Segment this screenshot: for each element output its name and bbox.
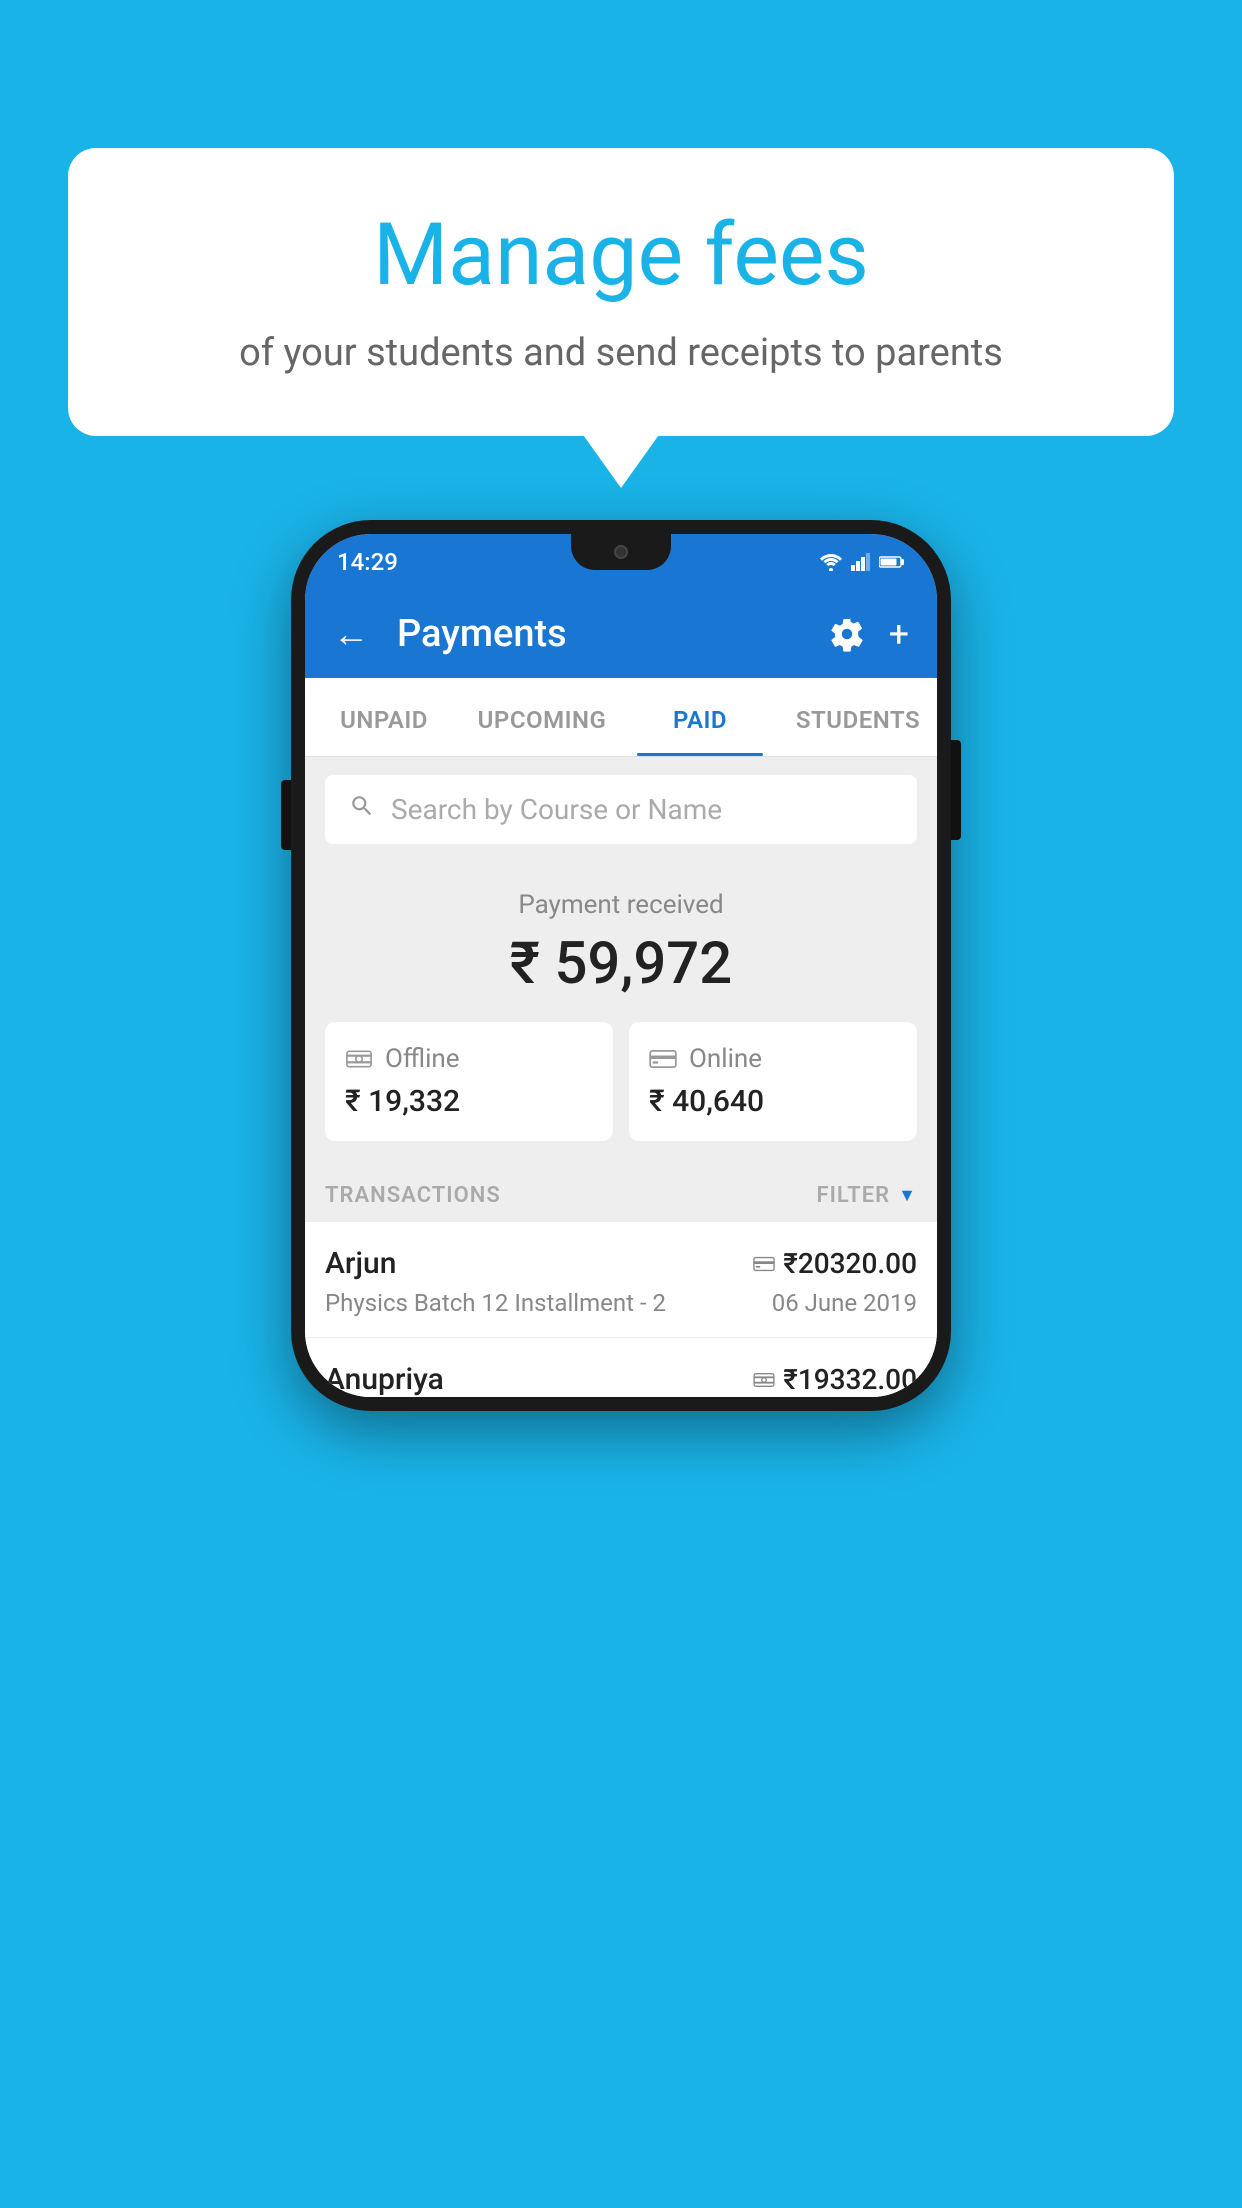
transaction-row-partial[interactable]: Anupriya ₹19332.00: [305, 1338, 937, 1397]
speech-bubble-wrapper: Manage fees of your students and send re…: [68, 148, 1174, 436]
transaction-date-1: 06 June 2019: [772, 1289, 917, 1317]
transaction-amount-row-1: ₹20320.00: [753, 1247, 917, 1280]
app-bar-actions: +: [829, 613, 909, 655]
filter-button[interactable]: FILTER ▼: [817, 1183, 918, 1208]
phone-screen: 14:29: [305, 534, 937, 1397]
tab-upcoming[interactable]: UPCOMING: [463, 678, 621, 756]
tabs-bar: UNPAID UPCOMING PAID STUDENTS: [305, 678, 937, 757]
offline-card-type: Offline: [345, 1044, 593, 1074]
transaction-bottom-1: Physics Batch 12 Installment - 2 06 June…: [325, 1289, 917, 1317]
transaction-top-2: Anupriya ₹19332.00: [325, 1362, 917, 1397]
tab-unpaid[interactable]: UNPAID: [305, 678, 463, 756]
speech-bubble: Manage fees of your students and send re…: [68, 148, 1174, 436]
search-bar[interactable]: Search by Course or Name: [325, 775, 917, 844]
offline-label: Offline: [385, 1044, 460, 1074]
offline-amount: ₹ 19,332: [345, 1084, 593, 1119]
tab-paid[interactable]: PAID: [621, 678, 779, 756]
online-label: Online: [689, 1044, 762, 1074]
transaction-top-1: Arjun ₹20320.00: [325, 1246, 917, 1281]
search-bar-wrapper: Search by Course or Name: [305, 757, 937, 862]
signal-icon: [851, 553, 871, 571]
transaction-name-1: Arjun: [325, 1246, 396, 1281]
bubble-subtitle: of your students and send receipts to pa…: [108, 327, 1134, 380]
payment-cards: Offline ₹ 19,332 Online ₹ 40,640: [305, 1022, 937, 1165]
app-bar: ← Payments +: [305, 590, 937, 678]
camera-dot: [614, 545, 628, 559]
card-icon: [649, 1048, 677, 1070]
transaction-amount-2: ₹19332.00: [783, 1363, 917, 1396]
filter-icon: ▼: [898, 1185, 917, 1206]
transaction-amount-1: ₹20320.00: [783, 1247, 917, 1280]
payment-method-icon-2: [753, 1371, 775, 1389]
payment-method-icon-1: [753, 1256, 775, 1272]
cash-icon: [345, 1048, 373, 1070]
phone-wrapper: 14:29: [291, 520, 951, 1411]
transaction-amount-row-2: ₹19332.00: [753, 1363, 917, 1396]
transaction-list: Arjun ₹20320.00 Physics Batch: [305, 1222, 937, 1397]
add-button[interactable]: +: [889, 613, 909, 655]
tab-students[interactable]: STUDENTS: [779, 678, 937, 756]
search-placeholder-text: Search by Course or Name: [391, 793, 722, 826]
phone-outer: 14:29: [291, 520, 951, 1411]
filter-label: FILTER: [817, 1183, 891, 1208]
battery-icon: [879, 555, 905, 569]
payment-received-label: Payment received: [325, 890, 917, 920]
transaction-name-2: Anupriya: [325, 1362, 444, 1397]
status-time: 14:29: [337, 548, 398, 576]
status-icons: [819, 553, 905, 571]
settings-icon[interactable]: [829, 616, 865, 652]
online-card-type: Online: [649, 1044, 897, 1074]
payment-received-section: Payment received ₹ 59,972: [305, 862, 937, 1022]
online-amount: ₹ 40,640: [649, 1084, 897, 1119]
transaction-row[interactable]: Arjun ₹20320.00 Physics Batch: [305, 1222, 937, 1338]
status-bar: 14:29: [305, 534, 937, 590]
transaction-course-1: Physics Batch 12 Installment - 2: [325, 1289, 666, 1317]
transactions-header: TRANSACTIONS FILTER ▼: [305, 1165, 937, 1222]
app-bar-title: Payments: [397, 612, 809, 656]
notch: [571, 534, 671, 570]
search-icon: [349, 793, 375, 826]
online-payment-card: Online ₹ 40,640: [629, 1022, 917, 1141]
transactions-label: TRANSACTIONS: [325, 1183, 501, 1208]
payment-amount: ₹ 59,972: [325, 930, 917, 998]
bubble-title: Manage fees: [108, 208, 1134, 303]
wifi-icon: [819, 553, 843, 571]
back-button[interactable]: ←: [333, 613, 369, 655]
offline-payment-card: Offline ₹ 19,332: [325, 1022, 613, 1141]
